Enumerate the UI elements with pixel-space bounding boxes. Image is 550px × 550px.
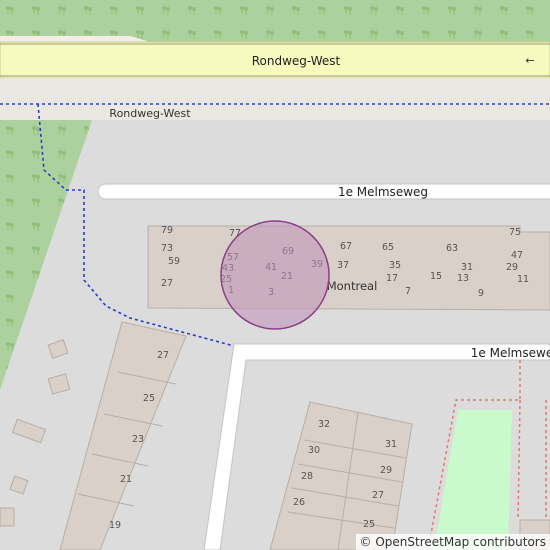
location-highlight-circle[interactable] [220, 220, 330, 330]
house-number: 32 [318, 419, 330, 430]
house-number: 79 [161, 225, 173, 236]
side-road-label: Rondweg-West [109, 107, 191, 120]
house-number: 29 [380, 465, 392, 476]
house-number: 27 [157, 350, 169, 361]
map-view[interactable]: Rondweg-West ← Rondweg-West 1e Melmseweg… [0, 0, 550, 550]
house-number: 17 [386, 273, 398, 284]
house-number: 25 [143, 393, 155, 404]
house-number: 25 [363, 519, 375, 530]
house-number: 26 [293, 497, 305, 508]
house-number: 73 [161, 243, 173, 254]
map-canvas[interactable]: Rondweg-West ← Rondweg-West 1e Melmseweg… [0, 0, 550, 550]
house-number: 11 [517, 274, 529, 285]
house-number: 75 [509, 227, 521, 238]
house-number: 30 [308, 445, 320, 456]
house-number: 27 [161, 278, 173, 289]
house-number: 31 [385, 439, 397, 450]
land-strip [0, 36, 150, 42]
park-area [434, 410, 512, 550]
forest-top-trees [0, 0, 550, 42]
house-number: 23 [132, 434, 144, 445]
house-number: 15 [430, 271, 442, 282]
house-number: 13 [457, 273, 469, 284]
street-upper [97, 183, 550, 200]
house-number: 28 [301, 471, 313, 482]
place-label-montreal: Montreal [327, 279, 378, 293]
house-number: 19 [109, 520, 121, 531]
roadside-strip [0, 78, 550, 120]
map-attribution[interactable]: © OpenStreetMap contributors [355, 534, 550, 550]
street-lower-label: 1e Melmsewe [471, 346, 550, 360]
house-number: 21 [120, 474, 132, 485]
rowhouses-east [269, 401, 413, 550]
house-number: 7 [405, 286, 411, 297]
house-number: 59 [168, 256, 180, 267]
house-number: 63 [446, 243, 458, 254]
forest-left-trees [0, 120, 92, 390]
house-number: 37 [337, 260, 349, 271]
house-number: 27 [372, 490, 384, 501]
house-number: 9 [478, 288, 484, 299]
main-road-label: Rondweg-West [252, 54, 341, 68]
house-number: 29 [506, 262, 518, 273]
house-number: 67 [340, 241, 352, 252]
house-number: 35 [389, 260, 401, 271]
house-number: 31 [461, 262, 473, 273]
oneway-arrow-icon: ← [525, 54, 534, 67]
house-number: 65 [382, 242, 394, 253]
street-upper-label: 1e Melmseweg [338, 185, 428, 199]
house-number: 47 [511, 250, 523, 261]
